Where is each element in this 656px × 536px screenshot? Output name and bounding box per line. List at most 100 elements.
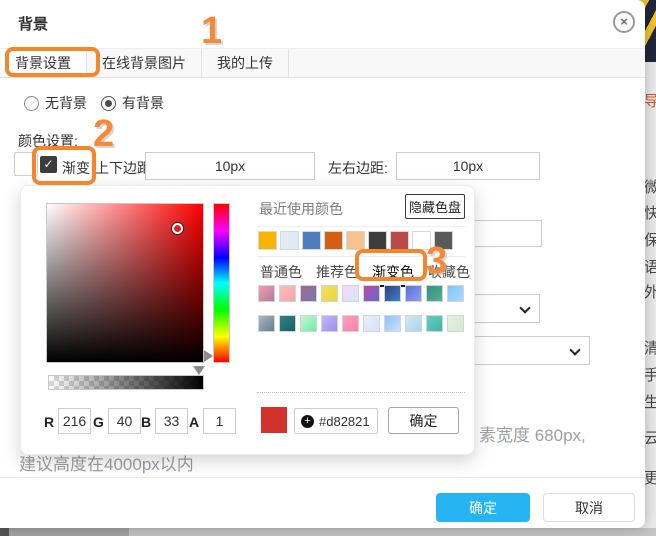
color-category-tabs: 普通色推荐色渐变色收藏色 bbox=[260, 262, 470, 287]
picker-dotted-divider bbox=[257, 392, 465, 393]
red-label: R bbox=[44, 414, 54, 430]
gradient-swatch[interactable] bbox=[342, 315, 359, 332]
footer-divider bbox=[0, 477, 645, 478]
color-picker-popup: R G B A 最近使用颜色 隐藏色盘 普通色推荐色渐变色收藏色 + #d828… bbox=[20, 185, 475, 455]
hide-palette-button[interactable]: 隐藏色盘 bbox=[405, 194, 465, 219]
recent-color-swatch[interactable] bbox=[280, 231, 299, 250]
background-page-menu-char: 快 bbox=[644, 202, 656, 223]
gradient-checkbox[interactable]: ✓ bbox=[40, 156, 57, 173]
recent-color-swatch[interactable] bbox=[412, 231, 431, 250]
background-page-menu-char: 导 bbox=[644, 90, 656, 111]
background-page-bottom-mid bbox=[9, 528, 129, 536]
gradient-swatch[interactable] bbox=[447, 315, 464, 332]
gradient-swatch[interactable] bbox=[447, 285, 464, 302]
dialog-cancel-button[interactable]: 取消 bbox=[543, 493, 635, 522]
annotation-number-1: 1 bbox=[201, 10, 222, 53]
dialog-title: 背景 bbox=[18, 13, 48, 34]
gradient-swatch[interactable] bbox=[363, 285, 380, 302]
gradient-swatch[interactable] bbox=[300, 285, 317, 302]
gradient-swatch[interactable] bbox=[321, 315, 338, 332]
background-color-swatch[interactable] bbox=[14, 152, 38, 176]
recent-color-swatch[interactable] bbox=[434, 231, 453, 250]
background-page-menu-char: 语 bbox=[644, 256, 656, 277]
gradient-swatch[interactable] bbox=[363, 315, 380, 332]
recent-color-swatch[interactable] bbox=[390, 231, 409, 250]
gradient-swatch[interactable] bbox=[279, 315, 296, 332]
color-settings-label: 颜色设置: bbox=[18, 131, 78, 151]
alpha-slider[interactable] bbox=[48, 375, 204, 390]
gradient-swatch[interactable] bbox=[384, 315, 401, 332]
gradient-swatch[interactable] bbox=[258, 315, 275, 332]
gradient-swatch[interactable] bbox=[279, 285, 296, 302]
gradient-swatch[interactable] bbox=[426, 285, 443, 302]
gradient-swatch-row bbox=[258, 285, 464, 302]
gradient-swatch[interactable] bbox=[342, 285, 359, 302]
picker-divider bbox=[257, 226, 465, 227]
gradient-swatch-row bbox=[258, 315, 464, 332]
gradient-swatch[interactable] bbox=[321, 285, 338, 302]
green-input[interactable] bbox=[108, 408, 141, 434]
selected-color-preview bbox=[261, 407, 287, 433]
margin-horizontal-input[interactable] bbox=[396, 152, 540, 180]
background-page-menu-char: 保 bbox=[644, 229, 656, 250]
close-icon[interactable]: × bbox=[613, 11, 635, 33]
margin-vertical-input[interactable] bbox=[145, 152, 315, 180]
hue-slider-arrow-icon[interactable] bbox=[204, 350, 213, 362]
gradient-swatch[interactable] bbox=[384, 285, 401, 302]
hex-input-box[interactable]: + #d82821 bbox=[294, 408, 378, 434]
background-page-menu-char: 生 bbox=[644, 391, 656, 412]
red-input[interactable] bbox=[58, 408, 91, 434]
dialog-tab-2[interactable]: 我的上传 bbox=[202, 49, 289, 77]
dialog-confirm-button[interactable]: 确定 bbox=[436, 493, 530, 522]
annotation-number-2: 2 bbox=[93, 113, 114, 156]
partially-hidden-select-2[interactable] bbox=[455, 336, 590, 365]
color-category-tab[interactable]: 渐变色 bbox=[372, 262, 414, 287]
recent-color-swatch[interactable] bbox=[324, 231, 343, 250]
dialog-tab-1[interactable]: 在线背景图片 bbox=[87, 49, 202, 77]
background-page-menu-char: 微 bbox=[644, 176, 656, 197]
background-page-menu-char: 外 bbox=[644, 281, 656, 302]
picker-divider bbox=[257, 256, 465, 257]
blue-label: B bbox=[141, 414, 151, 430]
recent-color-swatch[interactable] bbox=[258, 231, 277, 250]
gradient-checkbox-label: 渐变 bbox=[62, 158, 90, 178]
gradient-swatch[interactable] bbox=[405, 285, 422, 302]
dialog-tab-bar: 背景设置在线背景图片我的上传 bbox=[0, 48, 645, 78]
blue-input[interactable] bbox=[155, 408, 188, 434]
color-category-tab[interactable]: 收藏色 bbox=[428, 262, 470, 287]
radio-has-background-label: 有背景 bbox=[122, 93, 164, 113]
picker-confirm-button[interactable]: 确定 bbox=[388, 407, 459, 434]
background-page-menu-char: 更 bbox=[644, 467, 656, 488]
background-page-menu-char: 手 bbox=[644, 364, 656, 385]
dialog-tab-0[interactable]: 背景设置 bbox=[0, 49, 87, 77]
color-category-tab[interactable]: 普通色 bbox=[260, 262, 302, 287]
radio-no-background-label: 无背景 bbox=[45, 93, 87, 113]
recent-colors-row bbox=[258, 231, 453, 250]
saturation-cursor[interactable] bbox=[172, 223, 183, 234]
color-category-tab[interactable]: 推荐色 bbox=[316, 262, 358, 287]
alpha-input[interactable] bbox=[203, 408, 236, 434]
chevron-down-icon bbox=[569, 344, 580, 355]
recent-color-swatch[interactable] bbox=[368, 231, 387, 250]
add-color-icon[interactable]: + bbox=[301, 415, 314, 428]
recent-colors-label: 最近使用颜色 bbox=[259, 199, 343, 219]
recent-color-swatch[interactable] bbox=[346, 231, 365, 250]
background-page-menu-char: 清 bbox=[644, 337, 656, 358]
gradient-swatch[interactable] bbox=[405, 315, 422, 332]
background-page-menu-char: 云 bbox=[644, 427, 656, 448]
background-settings-dialog: 背景 × 背景设置在线背景图片我的上传 无背景 有背景 颜色设置: ✓ 渐变 上… bbox=[0, 0, 645, 528]
radio-no-background[interactable] bbox=[24, 96, 39, 111]
background-radio-group: 无背景 有背景 bbox=[24, 93, 178, 113]
green-label: G bbox=[93, 414, 104, 430]
alpha-slider-arrow-icon[interactable] bbox=[193, 366, 205, 375]
alpha-label: A bbox=[189, 414, 199, 430]
recent-color-swatch[interactable] bbox=[302, 231, 321, 250]
radio-has-background[interactable] bbox=[101, 96, 116, 111]
background-page-bottom-dark bbox=[0, 528, 9, 536]
screen: 导微快保语外清手生云更 背景 × 背景设置在线背景图片我的上传 无背景 有背景 … bbox=[0, 0, 656, 536]
margin-horizontal-label: 左右边距: bbox=[328, 158, 388, 178]
gradient-swatch[interactable] bbox=[300, 315, 317, 332]
gradient-swatch[interactable] bbox=[426, 315, 443, 332]
hue-slider[interactable] bbox=[213, 203, 230, 363]
gradient-swatch[interactable] bbox=[258, 285, 275, 302]
